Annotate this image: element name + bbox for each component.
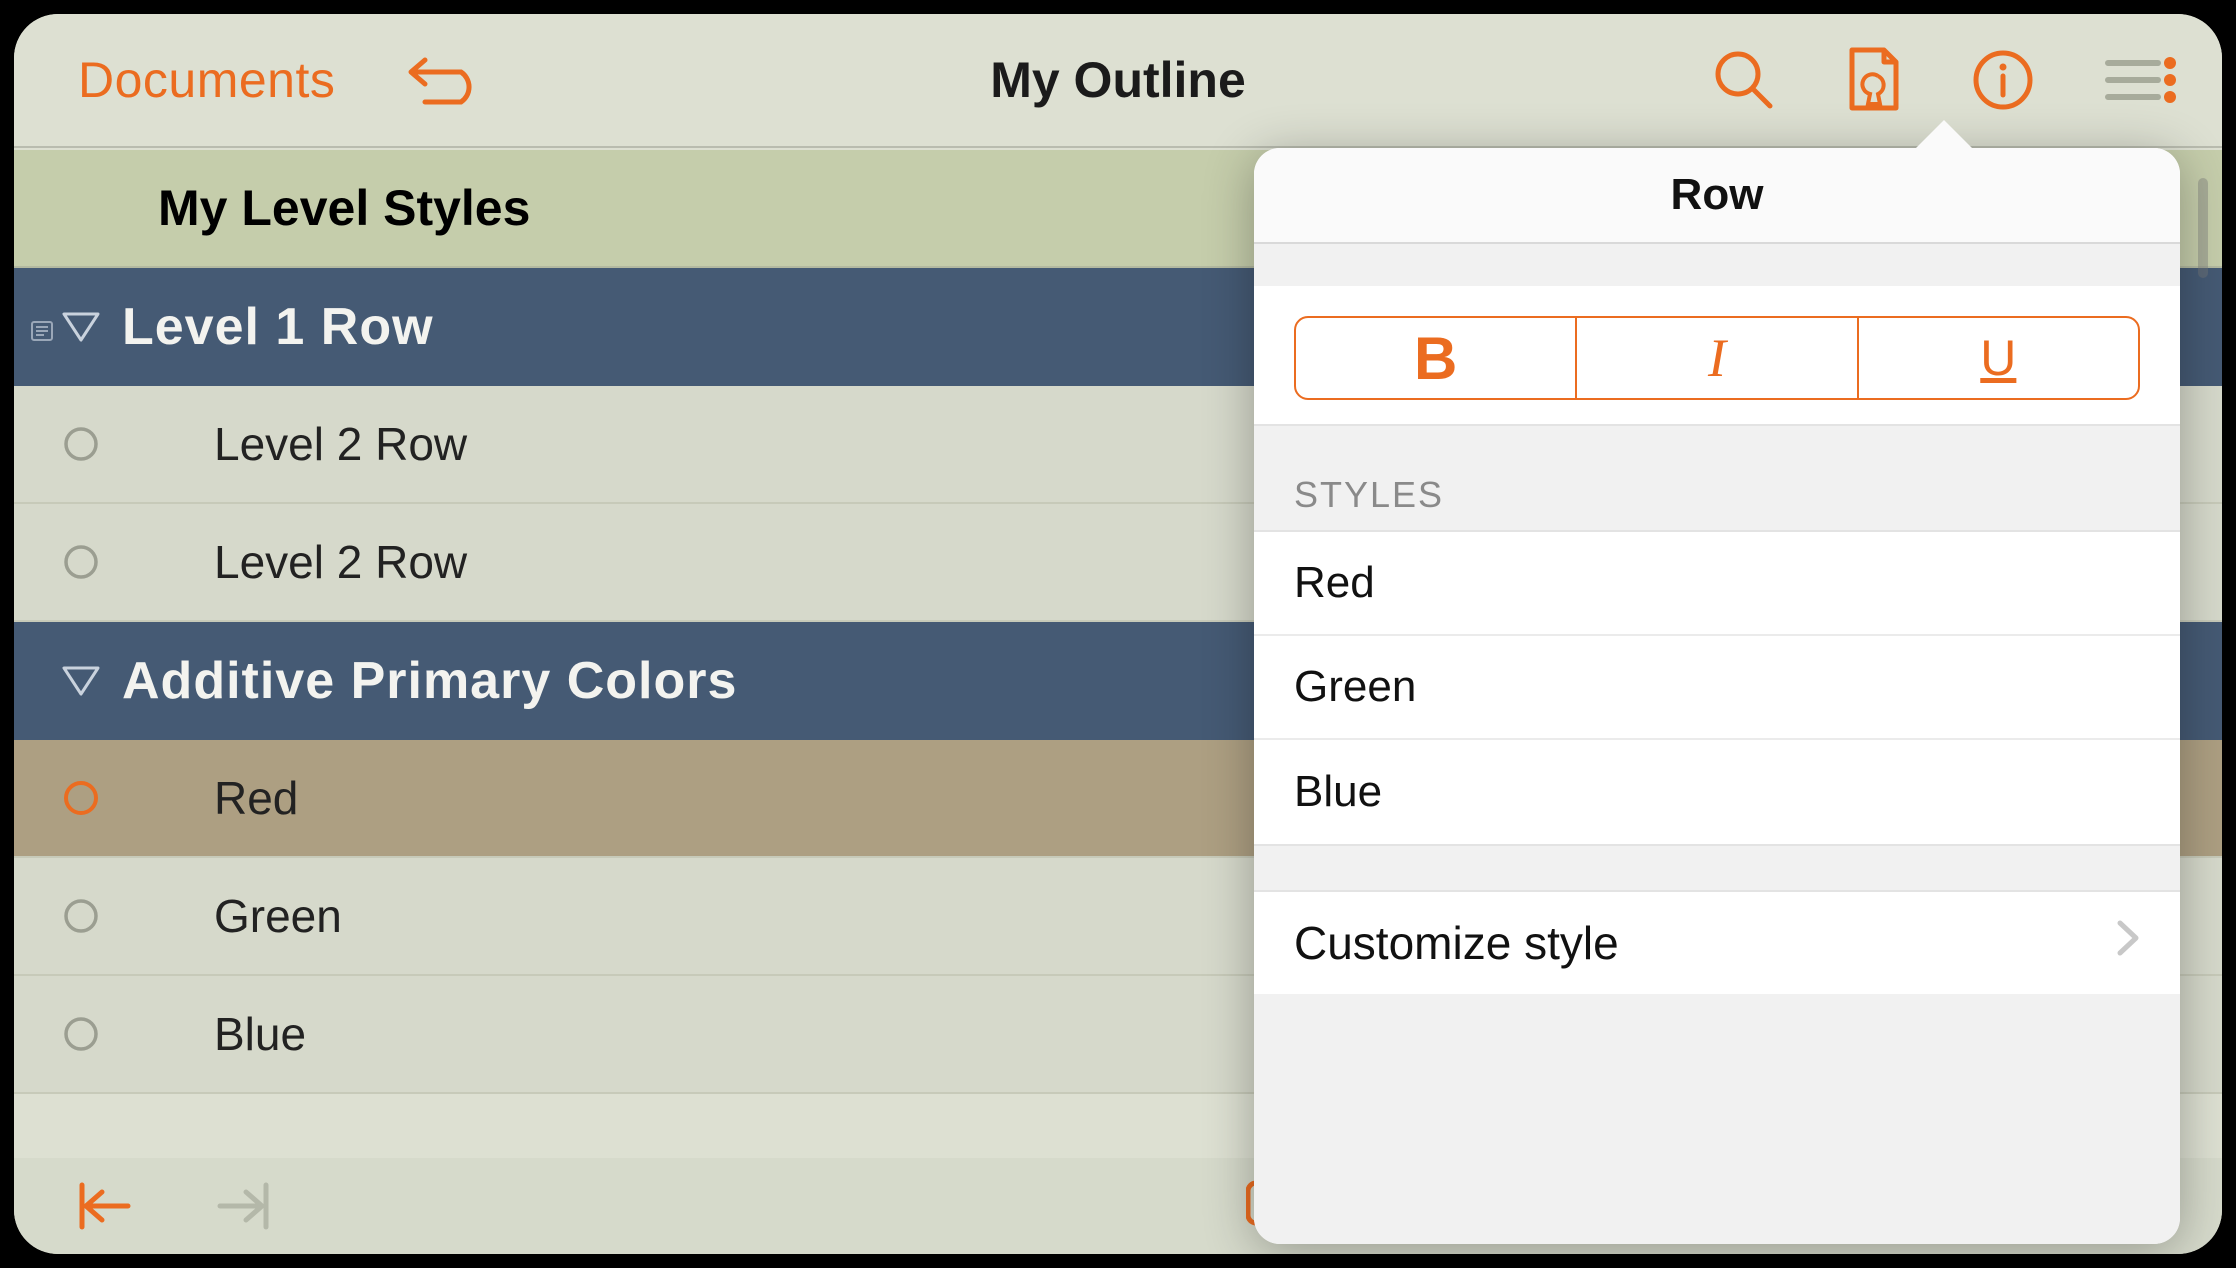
style-option[interactable]: Green <box>1254 636 2180 740</box>
style-option[interactable]: Red <box>1254 532 2180 636</box>
row-text: Additive Primary Colors <box>122 651 737 711</box>
disclosure-triangle-icon[interactable] <box>58 304 104 350</box>
bullet-icon <box>58 421 104 467</box>
document-tool-icon[interactable] <box>1846 46 1902 114</box>
chevron-right-icon <box>2116 918 2140 968</box>
note-icon[interactable] <box>30 304 54 354</box>
toolbar: Documents My Outline <box>14 14 2222 148</box>
row-text: Level 2 Row <box>214 417 467 471</box>
row-text: Green <box>214 889 342 943</box>
text-style-segmented-control: B I U <box>1294 316 2140 400</box>
inspector-popover: Row B I U STYLES Red Green Blue Customiz… <box>1254 148 2180 1244</box>
popover-title: Row <box>1671 170 1764 220</box>
popover-header: Row <box>1254 148 2180 244</box>
header-text: My Level Styles <box>158 179 530 237</box>
bold-button[interactable]: B <box>1296 318 1577 398</box>
bullet-icon <box>58 539 104 585</box>
styles-section-label: STYLES <box>1254 426 2180 530</box>
style-option[interactable]: Blue <box>1254 740 2180 844</box>
bullet-icon <box>58 893 104 939</box>
customize-style-label: Customize style <box>1294 916 1619 970</box>
disclosure-triangle-icon[interactable] <box>58 658 104 704</box>
italic-button[interactable]: I <box>1577 318 1858 398</box>
outdent-icon[interactable] <box>74 1179 134 1233</box>
bullet-icon <box>58 1011 104 1057</box>
bullet-icon <box>58 775 104 821</box>
underline-button[interactable]: U <box>1859 318 2138 398</box>
indent-icon[interactable] <box>214 1179 274 1233</box>
undo-icon[interactable] <box>405 52 483 108</box>
row-text: Red <box>214 771 298 825</box>
scroll-indicator <box>2198 178 2208 278</box>
back-button[interactable]: Documents <box>78 51 335 109</box>
styles-list: Red Green Blue <box>1254 530 2180 846</box>
customize-style-row[interactable]: Customize style <box>1254 890 2180 994</box>
search-icon[interactable] <box>1712 48 1776 112</box>
row-text: Blue <box>214 1007 306 1061</box>
row-text: Level 1 Row <box>122 297 434 357</box>
list-settings-icon[interactable] <box>2104 53 2178 107</box>
row-text: Level 2 Row <box>214 535 467 589</box>
info-icon[interactable] <box>1972 49 2034 111</box>
